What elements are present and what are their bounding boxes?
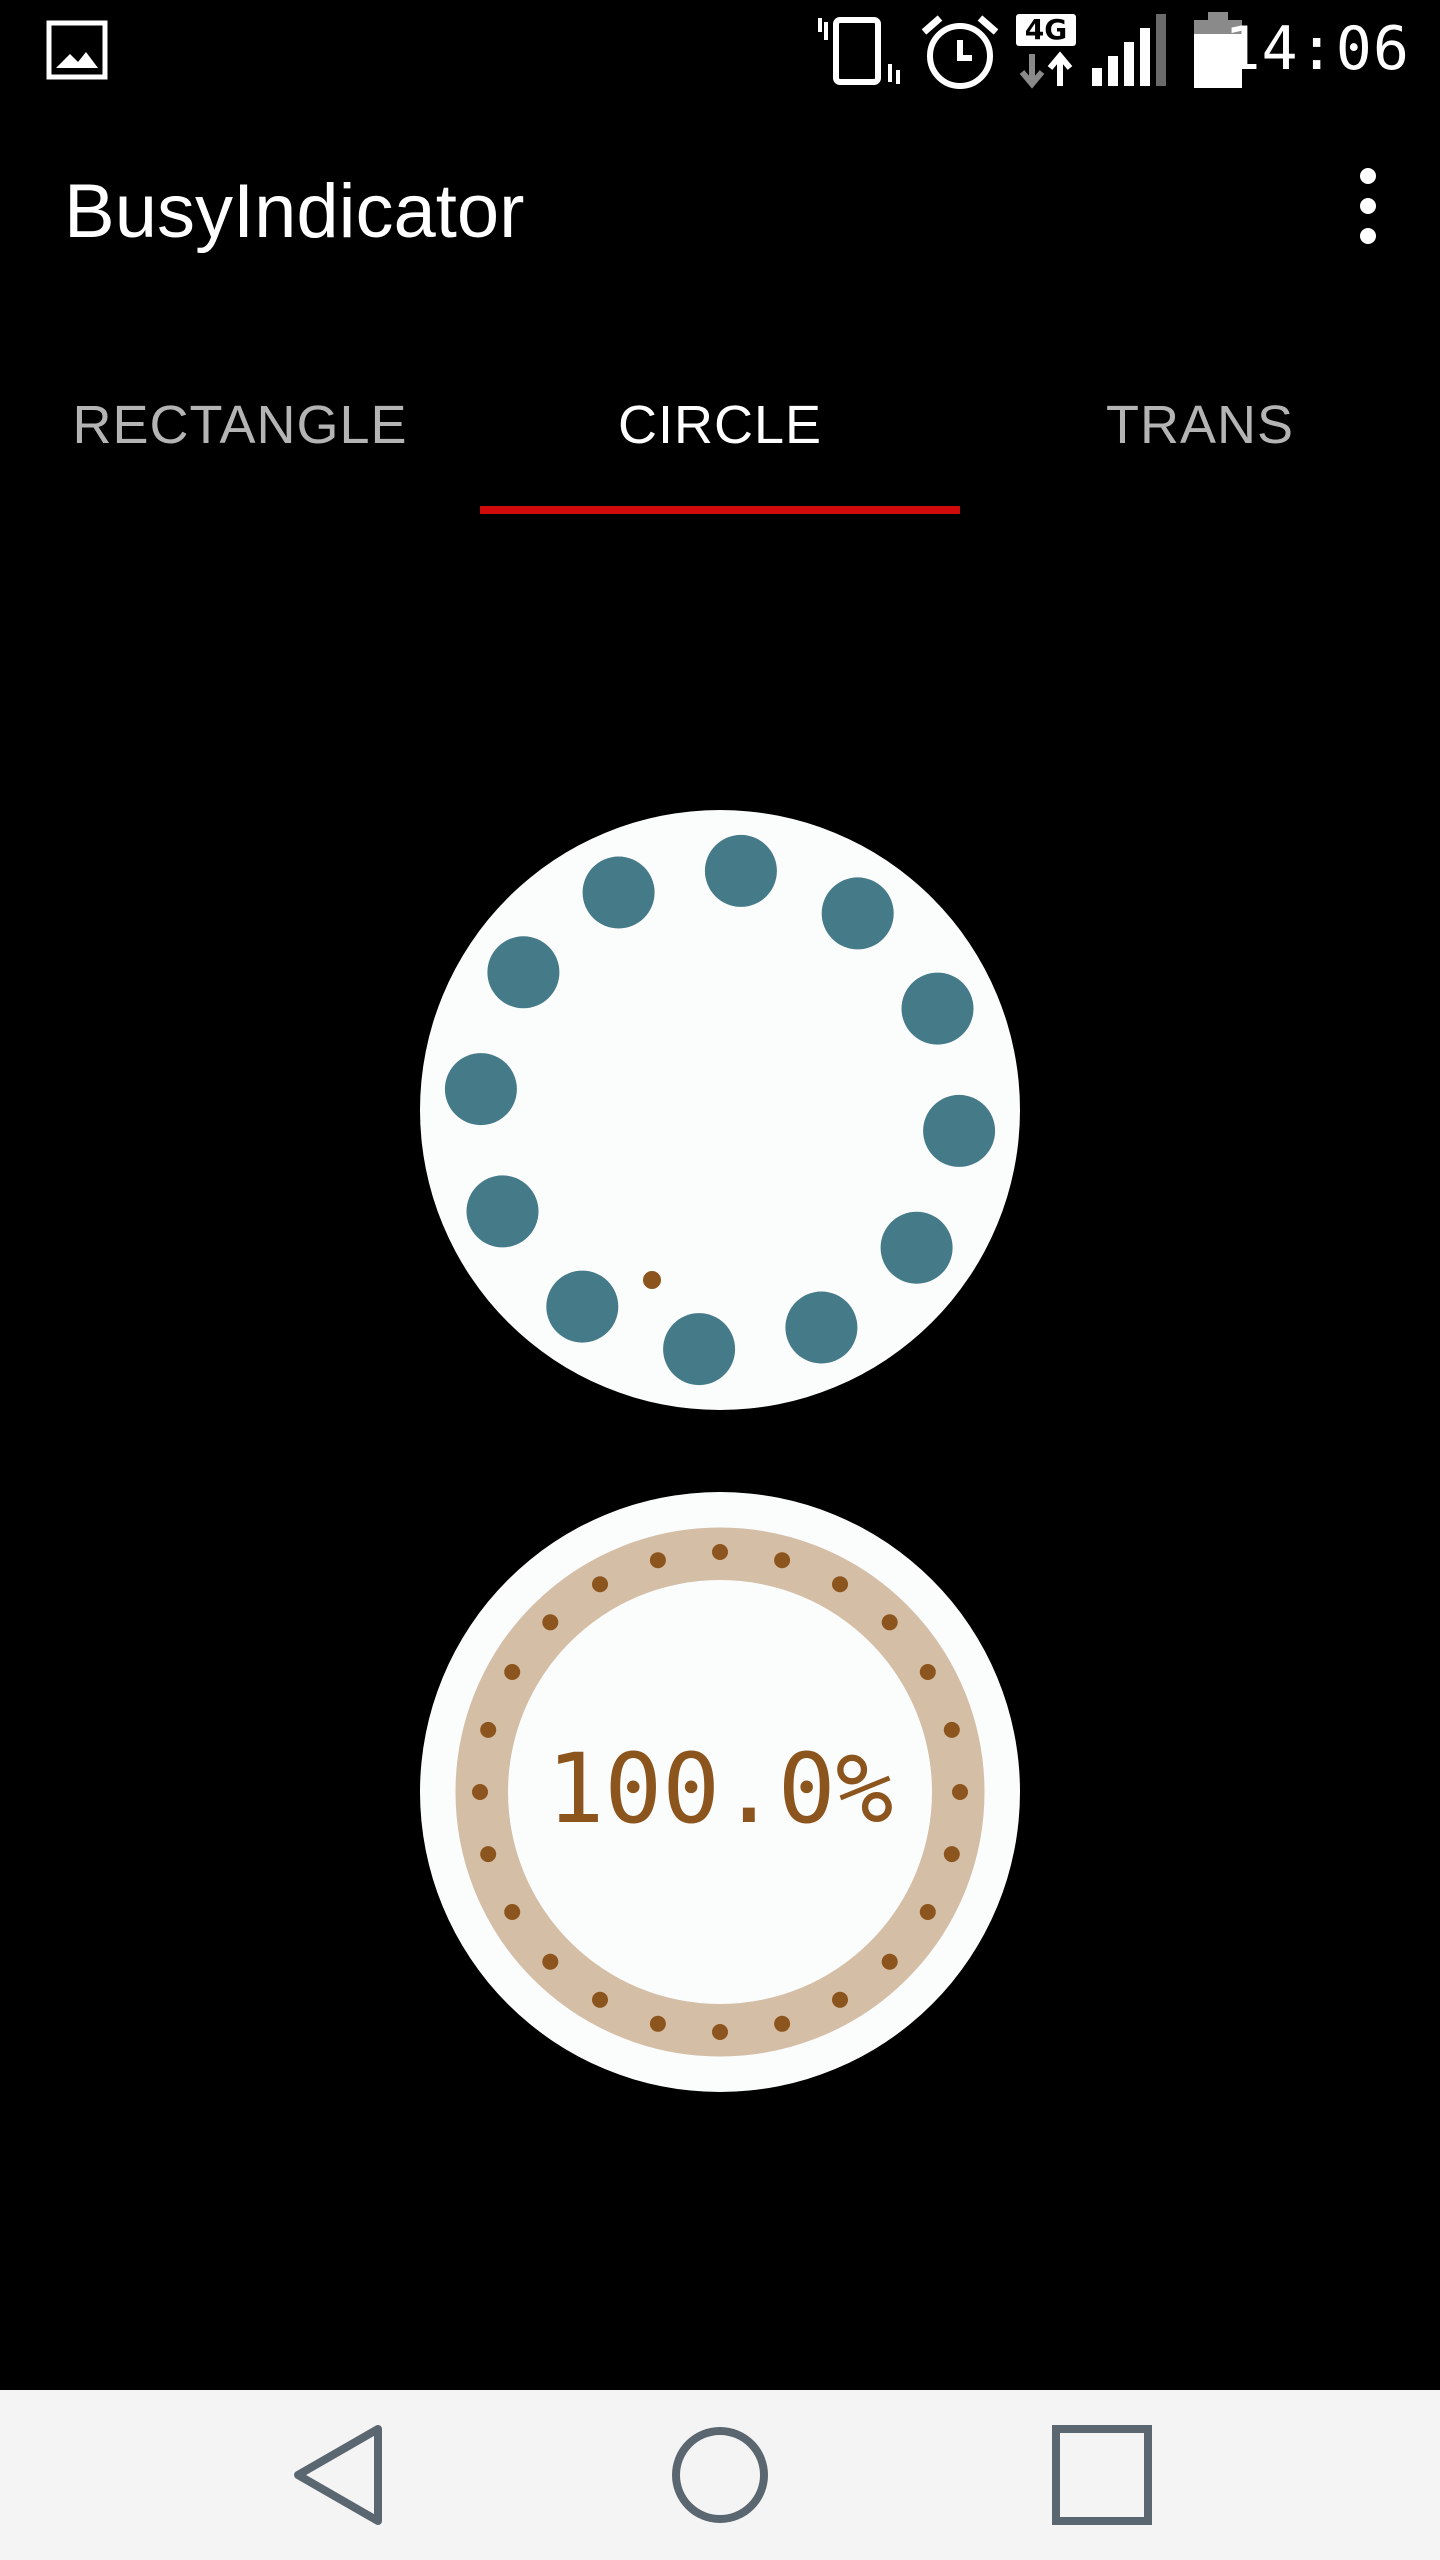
progress-dot <box>919 1664 936 1680</box>
alarm-icon <box>921 15 999 89</box>
progress-dot <box>504 1664 521 1680</box>
progress-dot <box>542 1953 559 1970</box>
vibrate-icon <box>818 17 900 85</box>
busy-dot <box>582 856 655 929</box>
busy-trailing-dot <box>643 1271 661 1289</box>
progress-dot <box>919 1904 936 1920</box>
busy-dot <box>546 1270 619 1343</box>
progress-dot <box>943 1846 960 1863</box>
progress-dot <box>832 1991 848 2008</box>
busy-dot <box>487 936 560 1009</box>
tab-rectangle[interactable]: RECTANGLE <box>0 330 480 520</box>
busy-indicator-circle <box>420 810 1020 1410</box>
more-vert-icon <box>1360 168 1376 244</box>
progress-dot <box>472 1784 488 1800</box>
progress-dot <box>480 1846 497 1863</box>
busy-dot <box>880 1211 953 1284</box>
progress-dot <box>480 1721 497 1738</box>
progress-dot <box>774 1552 791 1569</box>
busy-dot <box>923 1094 996 1167</box>
progress-dot <box>943 1721 960 1738</box>
home-button[interactable] <box>660 2415 780 2535</box>
busy-dot <box>821 877 894 950</box>
progress-dot <box>881 1953 898 1970</box>
tab-bar: RECTANGLE CIRCLE TRANS <box>0 330 1440 520</box>
busy-dot <box>785 1291 858 1364</box>
progress-dot <box>712 1544 728 1560</box>
status-time: 14:06 <box>1224 14 1410 84</box>
signal-icon <box>1092 14 1166 86</box>
tab-trans[interactable]: TRANS <box>960 330 1440 520</box>
tab-label: RECTANGLE <box>72 395 408 455</box>
progress-label: 100.0% <box>547 1733 894 1845</box>
busy-dot <box>444 1053 517 1126</box>
progress-dot <box>832 1576 848 1593</box>
recents-button[interactable] <box>1042 2415 1162 2535</box>
overflow-menu-button[interactable] <box>1332 160 1404 252</box>
status-bar: 4G 14:06 <box>0 0 1440 100</box>
system-nav-bar <box>0 2390 1440 2560</box>
tab-circle[interactable]: CIRCLE <box>480 330 960 520</box>
tab-label: CIRCLE <box>617 395 823 455</box>
progress-dot <box>712 2024 728 2040</box>
back-icon <box>294 2425 382 2525</box>
content-area: 100.0% <box>0 520 1440 2390</box>
tab-label: TRANS <box>1105 395 1294 455</box>
progress-dot <box>649 2015 666 2032</box>
back-button[interactable] <box>280 2415 400 2535</box>
progress-dot <box>952 1784 968 1800</box>
app-title: BusyIndicator <box>64 169 525 254</box>
home-icon <box>672 2427 768 2523</box>
network-4g-icon: 4G <box>1016 14 1076 90</box>
progress-dot <box>592 1991 608 2008</box>
busy-dot <box>663 1313 736 1386</box>
progress-dot <box>649 1552 666 1569</box>
progress-indicator-circle: 100.0% <box>420 1492 1020 2092</box>
progress-dot <box>592 1576 608 1593</box>
recents-icon <box>1052 2425 1152 2525</box>
app-bar: BusyIndicator <box>0 100 1440 330</box>
progress-dot <box>504 1904 521 1920</box>
busy-dot <box>466 1175 539 1248</box>
network-type-label: 4G <box>1016 14 1076 46</box>
busy-dot <box>704 834 777 907</box>
tab-active-indicator <box>480 506 960 514</box>
busy-dot <box>901 972 974 1045</box>
progress-dot <box>774 2015 791 2032</box>
gallery-icon <box>46 20 108 80</box>
progress-dot <box>881 1614 898 1631</box>
progress-dot <box>542 1614 559 1631</box>
